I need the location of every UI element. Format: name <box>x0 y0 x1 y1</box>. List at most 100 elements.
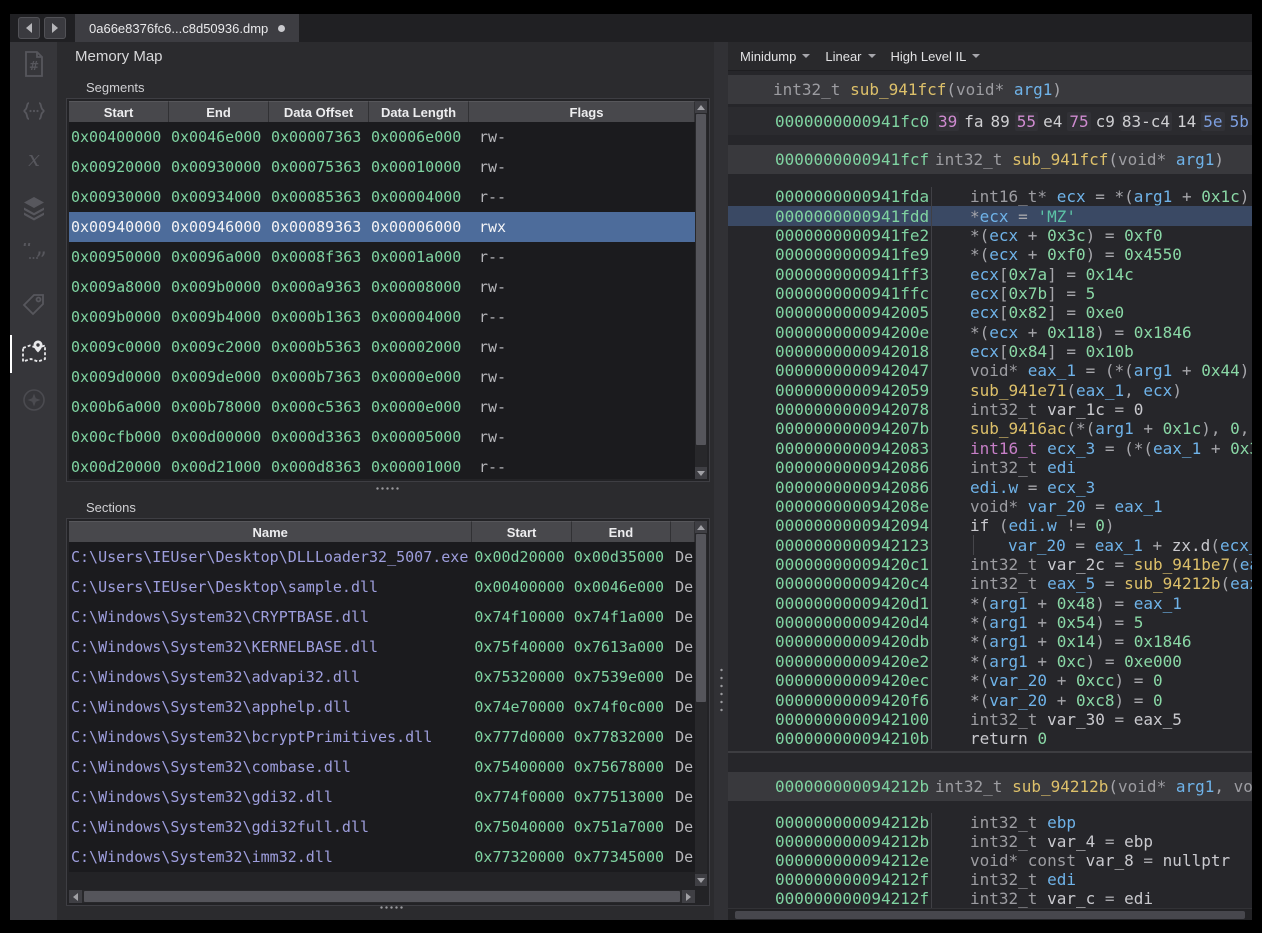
code-line[interactable]: 000000000094208evoid* var_20 = eax_1 <box>728 497 1252 516</box>
sidebar-item-stack-layers[interactable] <box>10 186 57 234</box>
section-row[interactable]: C:\Users\IEUser\Desktop\DLLLoader32_5007… <box>69 542 695 572</box>
code-line[interactable]: 00000000009420db*(arg1 + 0x14) = 0x1846 <box>728 632 1252 651</box>
code-line[interactable]: 000000000094210breturn 0 <box>728 729 1252 748</box>
code-line[interactable]: 0000000000941fdaint16_t* ecx = *(arg1 + … <box>728 187 1252 206</box>
view-menu-linear[interactable]: Linear <box>823 47 877 66</box>
column-header[interactable]: Start <box>69 101 169 122</box>
code-line[interactable]: 0000000000942100int32_t var_30 = eax_5 <box>728 710 1252 729</box>
code-line[interactable]: 0000000000941fe2*(ecx + 0x3c) = 0xf0 <box>728 226 1252 245</box>
code-line[interactable]: 0000000000942018ecx[0x84] = 0x10b <box>728 342 1252 361</box>
scroll-right-icon[interactable] <box>682 890 695 903</box>
segment-row[interactable]: 0x009b00000x009b40000x000b13630x00004000… <box>69 302 695 332</box>
document-tab[interactable]: 0a66e8376fc6...c8d50936.dmp <box>75 14 299 42</box>
code-line[interactable]: 0000000000941ff3ecx[0x7a] = 0x14c <box>728 264 1252 283</box>
code-line[interactable]: 000000000094200e*(ecx + 0x118) = 0x1846 <box>728 323 1252 342</box>
code-line[interactable]: 00000000009420f6*(var_20 + 0xc8) = 0 <box>728 690 1252 709</box>
segment-row[interactable]: 0x009d00000x009de0000x000b73630x0000e000… <box>69 362 695 392</box>
segment-row[interactable]: 0x009200000x009300000x000753630x00010000… <box>69 152 695 182</box>
code-line[interactable]: 00000000009420ec*(var_20 + 0xcc) = 0 <box>728 671 1252 690</box>
panel-splitter-handle[interactable] <box>379 906 405 909</box>
segment-row[interactable]: 0x009400000x009460000x000893630x00006000… <box>69 212 695 242</box>
code-line[interactable]: 0000000000942059sub_941e71(eax_1, ecx) <box>728 381 1252 400</box>
column-header[interactable]: Name <box>69 521 472 542</box>
section-row[interactable]: C:\Windows\System32\gdi32.dll0x774f00000… <box>69 782 695 812</box>
hex-bytes-line[interactable]: 0000000000941fc0 39fa8955e475c983-c4145e… <box>728 107 1252 135</box>
segment-row[interactable]: 0x009a80000x009b00000x000a93630x00008000… <box>69 272 695 302</box>
code-line[interactable]: 00000000009420d4*(arg1 + 0x54) = 5 <box>728 613 1252 632</box>
scrollbar-thumb[interactable] <box>84 891 680 902</box>
section-row[interactable]: C:\Windows\System32\combase.dll0x7540000… <box>69 752 695 782</box>
code-line[interactable]: 0000000000942005ecx[0x82] = 0xe0 <box>728 303 1252 322</box>
sidebar-item-memory-map[interactable] <box>10 330 57 378</box>
column-header[interactable]: End <box>572 521 671 542</box>
scrollbar-thumb[interactable] <box>696 534 706 702</box>
code-line[interactable]: 000000000094212bint32_t var_4 = ebp <box>728 832 1252 851</box>
section-row[interactable]: C:\Windows\System32\gdi32full.dll0x75040… <box>69 812 695 842</box>
sticky-function-header[interactable]: int32_t sub_941fcf(void* arg1) <box>728 75 1252 104</box>
sidebar-item-compass[interactable] <box>10 378 57 426</box>
segment-row[interactable]: 0x00cfb0000x00d000000x000d33630x00005000… <box>69 422 695 452</box>
scrollbar-thumb[interactable] <box>696 114 706 445</box>
scroll-down-icon[interactable] <box>695 874 707 886</box>
scroll-left-icon[interactable] <box>69 890 82 903</box>
code-line[interactable]: 0000000000941fdd*ecx = 'MZ' <box>728 206 1252 225</box>
code-line[interactable]: 0000000000942083int16_t ecx_3 = (*(eax_1… <box>728 439 1252 458</box>
column-header[interactable]: Data Length <box>369 101 469 122</box>
nav-forward-button[interactable] <box>44 17 66 39</box>
segment-row[interactable]: 0x004000000x0046e0000x000073630x0006e000… <box>69 122 695 152</box>
code-line[interactable]: 0000000000942078int32_t var_1c = 0 <box>728 400 1252 419</box>
section-row[interactable]: C:\Windows\System32\apphelp.dll0x74e7000… <box>69 692 695 722</box>
code-line[interactable]: 0000000000941ffcecx[0x7b] = 5 <box>728 284 1252 303</box>
sidebar-item-types-document[interactable]: # <box>10 42 57 90</box>
panel-splitter-handle[interactable] <box>375 487 401 490</box>
sidebar-item-strings-quotes[interactable]: “” <box>10 234 57 282</box>
segment-row[interactable]: 0x00d200000x00d210000x000d83630x00001000… <box>69 452 695 479</box>
function-header[interactable]: 000000000094212b int32_t sub_94212b(void… <box>728 772 1252 801</box>
section-row[interactable]: C:\Windows\System32\bcryptPrimitives.dll… <box>69 722 695 752</box>
nav-back-button[interactable] <box>18 17 40 39</box>
column-header[interactable]: Flags <box>469 101 695 122</box>
scrollbar-thumb[interactable] <box>735 911 1245 919</box>
column-header[interactable]: Data Offset <box>269 101 369 122</box>
segment-row[interactable]: 0x00b6a0000x00b780000x000c53630x0000e000… <box>69 392 695 422</box>
code-line[interactable]: 000000000094212evoid* const var_8 = null… <box>728 851 1252 870</box>
code-line[interactable]: 000000000094207bsub_9416ac(*(arg1 + 0x1c… <box>728 419 1252 438</box>
column-header[interactable]: End <box>169 101 269 122</box>
code-line[interactable]: 000000000094212fint32_t edi <box>728 870 1252 889</box>
code-line[interactable]: 00000000009420d1*(arg1 + 0x48) = eax_1 <box>728 594 1252 613</box>
code-line[interactable]: 0000000000941fe9*(ecx + 0xf0) = 0x4550 <box>728 245 1252 264</box>
code-line[interactable]: 000000000094212fint32_t var_c = edi <box>728 889 1252 908</box>
section-row[interactable]: C:\Users\IEUser\Desktop\sample.dll0x0040… <box>69 572 695 602</box>
code-line[interactable]: 0000000000942086edi.w = ecx_3 <box>728 477 1252 496</box>
sidebar-item-functions-braces[interactable] <box>10 90 57 138</box>
vertical-splitter[interactable] <box>714 42 728 920</box>
view-menu-high-level-il[interactable]: High Level IL <box>889 47 983 66</box>
segment-row[interactable]: 0x009c00000x009c20000x000b53630x00002000… <box>69 332 695 362</box>
code-line[interactable]: 0000000000942123var_20 = eax_1 + zx.d(ec… <box>728 535 1252 554</box>
section-row[interactable]: C:\Windows\System32\KERNELBASE.dll0x75f4… <box>69 632 695 662</box>
code-horizontal-scrollbar[interactable] <box>728 908 1252 920</box>
scroll-up-icon[interactable] <box>695 521 707 533</box>
segment-row[interactable]: 0x009500000x0096a0000x0008f3630x0001a000… <box>69 242 695 272</box>
section-row[interactable]: C:\Windows\System32\advapi32.dll0x753200… <box>69 662 695 692</box>
sidebar-item-tags[interactable] <box>10 282 57 330</box>
function-header[interactable]: 0000000000941fcf int32_t sub_941fcf(void… <box>728 145 1252 174</box>
code-line[interactable]: 0000000000942086int32_t edi <box>728 458 1252 477</box>
code-line[interactable]: 00000000009420e2*(arg1 + 0xc) = 0xe000 <box>728 652 1252 671</box>
code-line[interactable]: 000000000094212bint32_t ebp <box>728 813 1252 832</box>
scroll-up-icon[interactable] <box>695 101 707 113</box>
sections-horizontal-scrollbar[interactable] <box>69 890 695 903</box>
view-menu-minidump[interactable]: Minidump <box>738 47 812 66</box>
code-line[interactable]: 00000000009420c4int32_t eax_5 = sub_9421… <box>728 574 1252 593</box>
sections-vertical-scrollbar[interactable] <box>695 521 707 886</box>
code-line[interactable]: 0000000000942047void* eax_1 = (*(arg1 + … <box>728 361 1252 380</box>
section-row[interactable]: C:\Windows\System32\CRYPTBASE.dll0x74f10… <box>69 602 695 632</box>
sidebar-item-variables-x[interactable]: x <box>10 138 57 186</box>
segment-row[interactable]: 0x009300000x009340000x000853630x00004000… <box>69 182 695 212</box>
section-row[interactable]: C:\Windows\System32\imm32.dll0x773200000… <box>69 842 695 872</box>
code-line[interactable]: 0000000000942094if (edi.w != 0) <box>728 516 1252 535</box>
code-line[interactable]: 00000000009420c1int32_t var_2c = sub_941… <box>728 555 1252 574</box>
column-header[interactable]: Start <box>472 521 571 542</box>
segments-vertical-scrollbar[interactable] <box>695 101 707 479</box>
column-header[interactable] <box>671 521 695 542</box>
